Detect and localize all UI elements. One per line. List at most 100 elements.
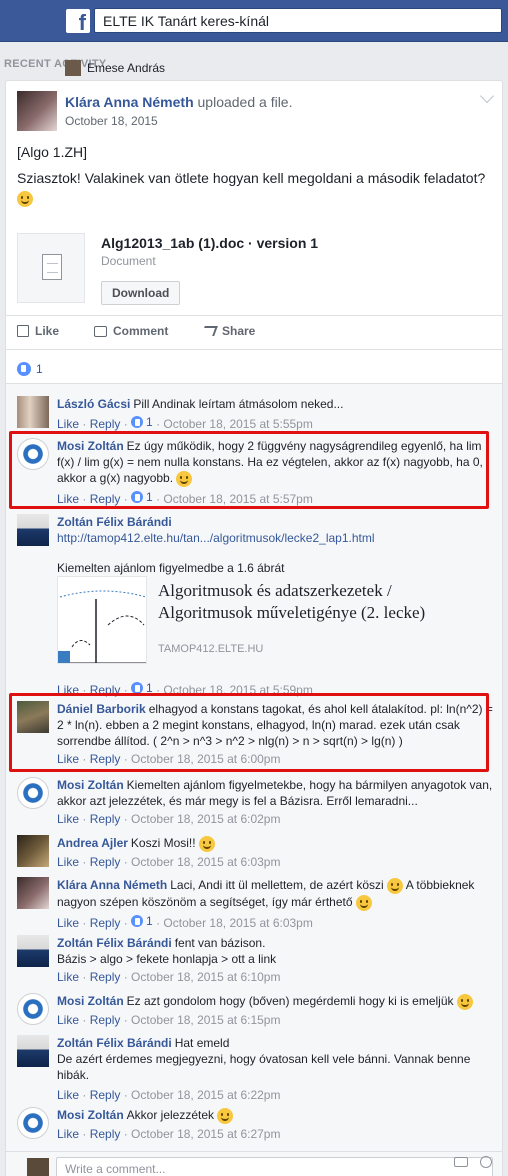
comment-like-link[interactable]: Like	[57, 1127, 79, 1141]
file-attachment: Alg12013_1ab (1).doc · version 1 Documen…	[17, 233, 487, 313]
avatar[interactable]	[17, 993, 49, 1025]
post-author[interactable]: Klára Anna Németh	[65, 94, 194, 110]
download-button[interactable]: Download	[101, 281, 181, 305]
comment-text: Kiemelten ajánlom figyelmedbe a 1.6 ábrá…	[57, 561, 285, 575]
post-text: Sziasztok! Valakinek van ötlete hogyan k…	[17, 170, 486, 186]
camera-icon[interactable]	[454, 1157, 468, 1167]
comment-time[interactable]: October 18, 2015 at 6:22pm	[131, 1088, 280, 1102]
comment-time[interactable]: October 18, 2015 at 6:03pm	[163, 916, 312, 930]
comment-text: De azért érdemes megjegyezni, hogy óvato…	[57, 1052, 471, 1082]
comment-time[interactable]: October 18, 2015 at 6:15pm	[131, 1013, 280, 1027]
comment-author[interactable]: Zoltán Félix Bárándi	[57, 936, 172, 950]
comment-body: Zoltán Félix Bárándi fent van bázison. Bá…	[57, 935, 493, 985]
top-bar: f ELTE IK Tanárt keres-kínál	[0, 0, 508, 42]
comment-reply-link[interactable]: Reply	[90, 1088, 121, 1102]
file-name[interactable]: Alg12013_1ab (1).doc · version 1	[101, 235, 318, 251]
share-button[interactable]: Share	[201, 324, 256, 338]
comment-time[interactable]: October 18, 2015 at 6:02pm	[131, 812, 280, 826]
avatar	[65, 60, 81, 76]
overlay-user[interactable]: Emese András	[65, 60, 165, 76]
document-icon[interactable]	[17, 233, 85, 303]
highlight-box	[9, 693, 489, 772]
emoji-icon[interactable]	[480, 1156, 492, 1168]
post-card: Klára Anna Németh uploaded a file. Octob…	[5, 80, 503, 1176]
thumbs-up-icon	[17, 325, 29, 337]
comment-meta: Like · Reply · 1 · October 18, 2015 at 5…	[57, 414, 313, 431]
comment-author[interactable]: Andrea Ajler	[57, 836, 128, 850]
comment-body: Mosi Zoltán Akkor jelezzétek Like · Reply…	[57, 1107, 493, 1142]
comment-time[interactable]: October 18, 2015 at 6:27pm	[131, 1127, 280, 1141]
comment-link[interactable]: http://tamop412.elte.hu/tan.../algoritmu…	[57, 531, 375, 545]
comment-reply-link[interactable]: Reply	[90, 812, 121, 826]
avatar[interactable]	[17, 514, 49, 546]
comment-text: Akkor jelezzétek	[126, 1108, 215, 1122]
comment-likes[interactable]: 1	[131, 414, 153, 430]
facebook-logo-icon[interactable]: f	[66, 9, 90, 33]
comment-like-link[interactable]: Like	[57, 812, 79, 826]
search-input[interactable]: ELTE IK Tanárt keres-kínál	[94, 8, 502, 33]
comment-author[interactable]: Mosi Zoltán	[57, 994, 124, 1008]
comment-author[interactable]: László Gácsi	[57, 397, 130, 411]
comment-reply-link[interactable]: Reply	[90, 855, 121, 869]
comment-reply-link[interactable]: Reply	[90, 970, 121, 984]
comment-text: Hat emeld	[174, 1036, 230, 1050]
comment-body: Mosi Zoltán Ez azt gondolom hogy (bőven) …	[57, 993, 493, 1028]
comment-label: Comment	[113, 324, 169, 338]
avatar[interactable]	[17, 935, 49, 967]
comment-author[interactable]: Zoltán Félix Bárándi	[57, 1036, 172, 1050]
smile-emoji-icon	[17, 191, 33, 208]
comment-like-link[interactable]: Like	[57, 970, 79, 984]
like-icon	[131, 914, 144, 927]
chevron-down-icon[interactable]	[479, 88, 495, 104]
link-title[interactable]: Algoritmusok és adatszerkezetek / Algori…	[158, 580, 438, 624]
comment-author[interactable]: Zoltán Félix Bárándi	[57, 515, 172, 529]
comment-reply-link[interactable]: Reply	[90, 916, 121, 930]
comment-body: Klára Anna Németh Laci, Andi itt ül melle…	[57, 877, 493, 931]
smile-emoji-icon	[456, 993, 473, 1010]
avatar[interactable]	[17, 877, 49, 909]
share-label: Share	[222, 324, 256, 338]
link-preview[interactable]: Algoritmusok és adatszerkezetek / Algori…	[57, 576, 425, 666]
divider	[6, 383, 502, 384]
like-button[interactable]: Like	[17, 324, 59, 338]
post-actions: Like Comment Share	[17, 324, 493, 342]
comment: Mosi Zoltán Akkor jelezzétek Like · Reply…	[17, 1107, 495, 1142]
comment-input[interactable]: Write a comment...	[56, 1157, 493, 1176]
avatar[interactable]	[17, 835, 49, 867]
smile-emoji-icon	[217, 1107, 234, 1124]
comment-author[interactable]: Klára Anna Németh	[57, 878, 167, 892]
avatar[interactable]	[17, 1107, 49, 1139]
comment-time[interactable]: October 18, 2015 at 5:55pm	[163, 417, 312, 431]
comment-author[interactable]: Mosi Zoltán	[57, 778, 124, 792]
like-icon	[131, 416, 144, 428]
post-text-line1: [Algo 1.ZH]	[17, 144, 88, 160]
post-likes[interactable]: 1	[17, 362, 43, 376]
comment-reply-link[interactable]: Reply	[90, 1013, 121, 1027]
comment-like-link[interactable]: Like	[57, 916, 79, 930]
post-date[interactable]: October 18, 2015	[65, 114, 158, 128]
comment-like-count: 1	[146, 913, 153, 928]
avatar[interactable]	[17, 396, 49, 428]
comment-body: Zoltán Félix Bárándi Hat emeld De azért é…	[57, 1035, 493, 1103]
comment-like-link[interactable]: Like	[57, 1013, 79, 1027]
comment-time[interactable]: October 18, 2015 at 6:10pm	[131, 970, 280, 984]
comment-likes[interactable]: 1	[131, 913, 153, 929]
comment-meta: Like · Reply · October 18, 2015 at 6:22p…	[57, 1088, 281, 1102]
comment-like-link[interactable]: Like	[57, 417, 79, 431]
comment-reply-link[interactable]: Reply	[90, 1127, 121, 1141]
avatar[interactable]	[17, 1035, 49, 1067]
comment-text: Ez azt gondolom hogy (bőven) megérdemli …	[126, 994, 454, 1008]
post-header: Klára Anna Németh uploaded a file.	[65, 94, 292, 110]
comment-like-link[interactable]: Like	[57, 1088, 79, 1102]
link-domain: TAMOP412.ELTE.HU	[158, 643, 264, 655]
comment-reply-link[interactable]: Reply	[90, 417, 121, 431]
avatar[interactable]	[17, 91, 57, 131]
comment-author[interactable]: Mosi Zoltán	[57, 1108, 124, 1122]
comment-body: Mosi Zoltán Kiemelten ajánlom figyelmetek…	[57, 777, 493, 827]
avatar[interactable]	[17, 777, 49, 809]
comment-like-link[interactable]: Like	[57, 855, 79, 869]
divider	[6, 349, 502, 350]
comment-body: László Gácsi Pill Andinak leírtam átmásol…	[57, 396, 493, 432]
comment-time[interactable]: October 18, 2015 at 6:03pm	[131, 855, 280, 869]
comment-button[interactable]: Comment	[94, 324, 168, 338]
